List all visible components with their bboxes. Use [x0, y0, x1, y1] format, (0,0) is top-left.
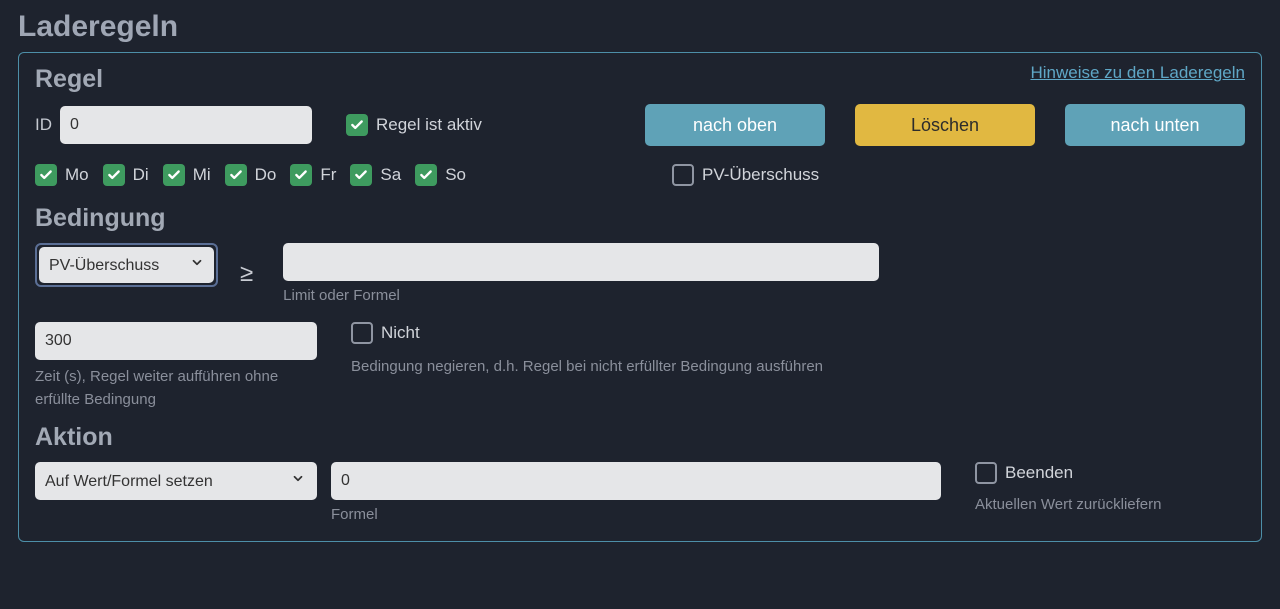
check-icon: [346, 114, 368, 136]
rule-row-top: ID Regel ist aktiv nach oben Löschen nac…: [35, 104, 1245, 146]
condition-select-wrap: PV-Überschuss: [35, 243, 218, 287]
formula-help-text: Formel: [331, 506, 941, 523]
condition-section-title: Bedingung: [35, 204, 1245, 233]
day-label: So: [445, 165, 466, 185]
page-title: Laderegeln: [18, 10, 1262, 44]
pv-label: PV-Überschuss: [702, 165, 819, 185]
move-down-button[interactable]: nach unten: [1065, 104, 1245, 146]
action-section-title: Aktion: [35, 423, 1245, 452]
check-icon: [290, 164, 312, 186]
operator-sign: ≥: [240, 260, 253, 288]
day-label: Mi: [193, 165, 211, 185]
checkbox-empty-icon: [975, 462, 997, 484]
time-input[interactable]: [35, 322, 317, 360]
time-row: Zeit (s), Regel weiter aufführen ohne er…: [35, 322, 1245, 411]
day-label: Sa: [380, 165, 401, 185]
check-icon: [415, 164, 437, 186]
day-mi-checkbox[interactable]: Mi: [163, 164, 211, 186]
button-group: nach oben Löschen nach unten: [645, 104, 1245, 146]
day-label: Mo: [65, 165, 89, 185]
limit-input[interactable]: [283, 243, 879, 281]
id-label: ID: [35, 115, 52, 135]
day-di-checkbox[interactable]: Di: [103, 164, 149, 186]
day-label: Do: [255, 165, 277, 185]
negate-checkbox[interactable]: Nicht: [351, 322, 801, 344]
action-select-wrap: Auf Wert/Formel setzen: [35, 462, 317, 500]
check-icon: [103, 164, 125, 186]
check-icon: [163, 164, 185, 186]
condition-select[interactable]: PV-Überschuss: [39, 247, 214, 283]
active-checkbox[interactable]: Regel ist aktiv: [346, 114, 482, 136]
formula-input[interactable]: [331, 462, 941, 500]
pv-surplus-checkbox[interactable]: PV-Überschuss: [672, 164, 819, 186]
day-mo-checkbox[interactable]: Mo: [35, 164, 89, 186]
formula-field-group: Formel: [331, 462, 941, 523]
checkbox-empty-icon: [672, 164, 694, 186]
finish-help-text: Aktuellen Wert zurückliefern: [975, 496, 1161, 513]
checkbox-empty-icon: [351, 322, 373, 344]
negate-column: Nicht Bedingung negieren, d.h. Regel bei…: [351, 322, 823, 375]
condition-row: PV-Überschuss ≥ Limit oder Formel: [35, 243, 1245, 304]
limit-help-text: Limit oder Formel: [283, 287, 879, 304]
move-up-button[interactable]: nach oben: [645, 104, 825, 146]
delete-button[interactable]: Löschen: [855, 104, 1035, 146]
action-row: Auf Wert/Formel setzen Formel Beenden Ak…: [35, 462, 1245, 523]
check-icon: [225, 164, 247, 186]
day-sa-checkbox[interactable]: Sa: [350, 164, 401, 186]
action-select[interactable]: Auf Wert/Formel setzen: [35, 462, 317, 500]
action-section: Aktion Auf Wert/Formel setzen Formel Bee…: [35, 423, 1245, 523]
day-label: Di: [133, 165, 149, 185]
day-so-checkbox[interactable]: So: [415, 164, 466, 186]
days-row: Mo Di Mi Do Fr Sa So PV-Überschuss: [35, 164, 1245, 186]
negate-label: Nicht: [381, 323, 420, 343]
check-icon: [350, 164, 372, 186]
day-do-checkbox[interactable]: Do: [225, 164, 277, 186]
hint-link[interactable]: Hinweise zu den Laderegeln: [1030, 63, 1245, 83]
day-label: Fr: [320, 165, 336, 185]
time-field-group: Zeit (s), Regel weiter aufführen ohne er…: [35, 322, 317, 411]
day-fr-checkbox[interactable]: Fr: [290, 164, 336, 186]
rule-panel: Hinweise zu den Laderegeln Regel ID Rege…: [18, 52, 1262, 542]
check-icon: [35, 164, 57, 186]
id-input[interactable]: [60, 106, 312, 144]
finish-column: Beenden Aktuellen Wert zurückliefern: [975, 462, 1161, 513]
finish-label: Beenden: [1005, 463, 1073, 483]
finish-checkbox[interactable]: Beenden: [975, 462, 1139, 484]
negate-help-text: Bedingung negieren, d.h. Regel bei nicht…: [351, 358, 823, 375]
active-label: Regel ist aktiv: [376, 115, 482, 135]
limit-field-group: Limit oder Formel: [283, 243, 879, 304]
time-help-text: Zeit (s), Regel weiter aufführen ohne er…: [35, 366, 305, 411]
